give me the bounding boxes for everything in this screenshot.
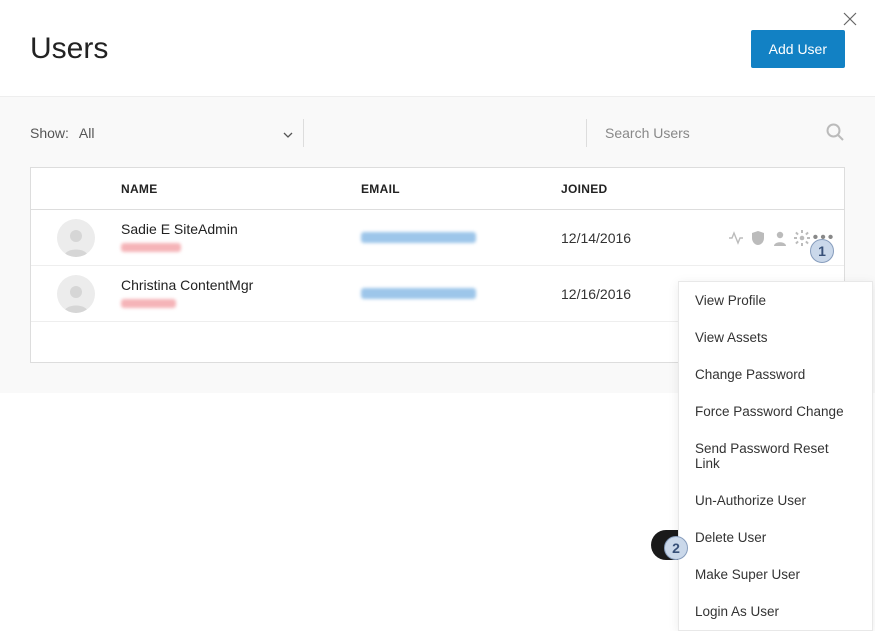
menu-item-delete-user[interactable]: Delete User [679, 519, 872, 556]
user-subtext-redacted [121, 239, 361, 255]
table-row[interactable]: Sadie E SiteAdmin 12/14/2016 ••• [31, 210, 844, 266]
close-icon[interactable] [843, 12, 857, 31]
search-icon[interactable] [825, 122, 845, 145]
show-filter-value: All [79, 125, 95, 141]
user-email-redacted [361, 230, 561, 246]
menu-item-change-password[interactable]: Change Password [679, 356, 872, 393]
row-context-menu: View Profile View Assets Change Password… [678, 281, 873, 631]
activity-icon[interactable] [728, 230, 744, 246]
add-user-button[interactable]: Add User [751, 30, 845, 68]
callout-2: 2 [664, 536, 688, 560]
show-label: Show: [30, 125, 69, 141]
page-header: Users Add User [0, 0, 875, 96]
user-name: Sadie E SiteAdmin [121, 221, 361, 237]
user-joined: 12/14/2016 [561, 230, 711, 246]
callout-1: 1 [810, 239, 834, 263]
menu-item-login-as-user[interactable]: Login As User [679, 593, 872, 630]
col-joined: JOINED [561, 182, 711, 196]
filter-bar: Show: All [30, 97, 845, 167]
user-subtext-redacted [121, 295, 361, 311]
search-box [586, 119, 805, 147]
menu-item-view-assets[interactable]: View Assets [679, 319, 872, 356]
avatar [57, 219, 95, 257]
menu-item-view-profile[interactable]: View Profile [679, 282, 872, 319]
chevron-down-icon [283, 125, 293, 141]
table-header: NAME EMAIL JOINED [31, 168, 844, 210]
col-name: NAME [121, 182, 361, 196]
search-input[interactable] [605, 125, 805, 141]
show-filter-select[interactable]: All [79, 119, 304, 147]
user-email-redacted [361, 286, 561, 302]
menu-item-force-password-change[interactable]: Force Password Change [679, 393, 872, 430]
user-icon[interactable] [772, 230, 788, 246]
avatar [57, 275, 95, 313]
menu-item-unauthorize-user[interactable]: Un-Authorize User [679, 482, 872, 519]
user-name: Christina ContentMgr [121, 277, 361, 293]
menu-item-send-password-reset[interactable]: Send Password Reset Link [679, 430, 872, 482]
page-title: Users [30, 32, 108, 66]
shield-icon[interactable] [750, 230, 766, 246]
gear-icon[interactable] [794, 230, 810, 246]
col-email: EMAIL [361, 182, 561, 196]
menu-item-make-super-user[interactable]: Make Super User [679, 556, 872, 593]
